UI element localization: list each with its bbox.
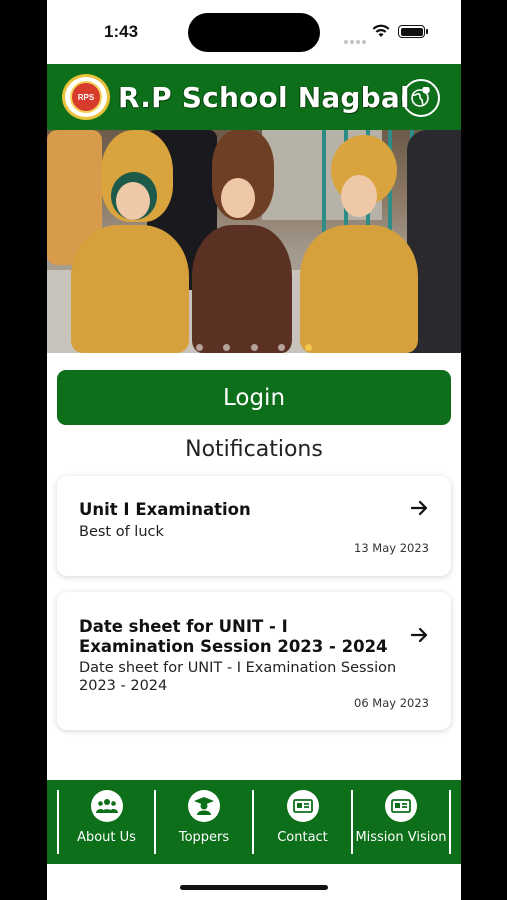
nav-label: Contact [277, 830, 328, 845]
app-title: R.P School Nagbal [118, 81, 410, 114]
carousel-dot[interactable] [277, 344, 285, 351]
banner-carousel[interactable] [47, 130, 461, 353]
signal-icon [344, 31, 368, 49]
notification-body: Best of luck [79, 524, 164, 540]
notification-title: Unit I Examination [79, 500, 251, 519]
banner-photo-child [61, 130, 201, 353]
arrow-right-icon[interactable] [411, 627, 429, 643]
notification-date: 06 May 2023 [354, 696, 429, 710]
globe-location-icon[interactable] [402, 79, 440, 117]
notification-card[interactable]: Unit I Examination Best of luck 13 May 2… [57, 476, 451, 576]
school-logo: RPS [62, 74, 110, 120]
vision-board-icon [385, 790, 417, 822]
carousel-dot[interactable] [223, 344, 231, 351]
home-indicator[interactable] [180, 885, 328, 890]
app-screen: 1:43 RPS R.P School Nagbal Login Notific… [47, 0, 461, 900]
contact-card-icon [286, 790, 319, 822]
notification-title: Date sheet for UNIT - I Examination Sess… [79, 617, 388, 656]
login-button[interactable]: Login [57, 370, 451, 425]
notifications-title: Notifications [185, 437, 323, 462]
bottom-navigation: About Us Toppers Contact Mission Vision [47, 780, 461, 864]
carousel-indicator [47, 338, 461, 353]
graduate-icon [188, 790, 220, 822]
carousel-dot-active[interactable] [305, 344, 313, 351]
nav-about-us[interactable]: About Us [59, 780, 154, 864]
app-header: RPS R.P School Nagbal [47, 64, 461, 130]
notification-date: 13 May 2023 [354, 541, 429, 555]
arrow-right-icon[interactable] [411, 500, 429, 516]
nav-contact[interactable]: Contact [254, 780, 351, 864]
nav-label: Mission Vision [355, 830, 447, 845]
nav-toppers[interactable]: Toppers [156, 780, 252, 864]
status-time: 1:43 [104, 22, 139, 41]
status-bar: 1:43 [47, 0, 461, 64]
nav-label: About Us [77, 830, 136, 845]
carousel-dot[interactable] [250, 344, 258, 351]
battery-icon [398, 25, 428, 38]
notification-card[interactable]: Date sheet for UNIT - I Examination Sess… [57, 592, 451, 730]
group-icon [90, 790, 123, 822]
notification-body: Date sheet for UNIT - I Examination Sess… [79, 660, 397, 694]
carousel-dot[interactable] [195, 344, 203, 351]
nav-mission-vision[interactable]: Mission Vision [353, 780, 449, 864]
nav-label: Toppers [178, 830, 230, 845]
dynamic-island [188, 13, 320, 52]
wifi-icon [372, 24, 390, 37]
